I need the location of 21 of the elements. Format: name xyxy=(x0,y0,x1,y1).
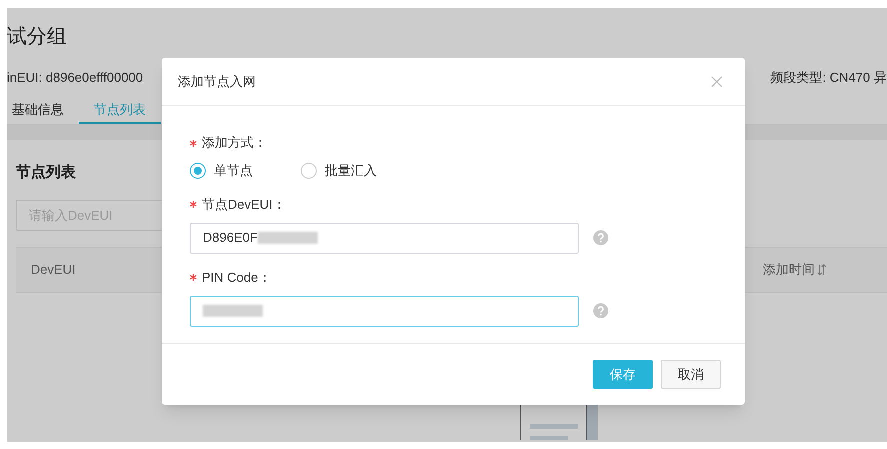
column-header: DevEUI xyxy=(31,261,76,280)
field-value: D896E0F xyxy=(203,229,258,248)
join-eui-text: inEUI: d896e0efff00000 xyxy=(7,69,144,86)
band-type-text: 频段类型: CN470 异 xyxy=(770,69,887,86)
radio-option[interactable]: 单节点 xyxy=(190,161,253,180)
dialog-title: 添加节点入网 xyxy=(178,72,256,91)
text-field[interactable] xyxy=(190,296,579,326)
field-label: 节点DevEUI： xyxy=(202,196,286,214)
page-title: 试分组 xyxy=(7,25,68,50)
section-title: 节点列表 xyxy=(16,163,76,182)
radio-option[interactable]: 批量汇入 xyxy=(301,161,377,180)
help-icon[interactable] xyxy=(593,230,609,246)
field-label: PIN Code： xyxy=(202,268,272,287)
help-icon[interactable] xyxy=(593,303,609,319)
text-field[interactable]: D896E0F xyxy=(190,222,579,254)
field-label: 添加方式： xyxy=(202,134,267,152)
column-header: 添加时间 xyxy=(763,261,815,280)
cancel-button[interactable]: 取消 xyxy=(661,360,721,389)
sort-icon[interactable] xyxy=(817,264,827,276)
tab[interactable]: 基础信息 xyxy=(7,98,69,124)
close-icon[interactable] xyxy=(711,76,723,88)
